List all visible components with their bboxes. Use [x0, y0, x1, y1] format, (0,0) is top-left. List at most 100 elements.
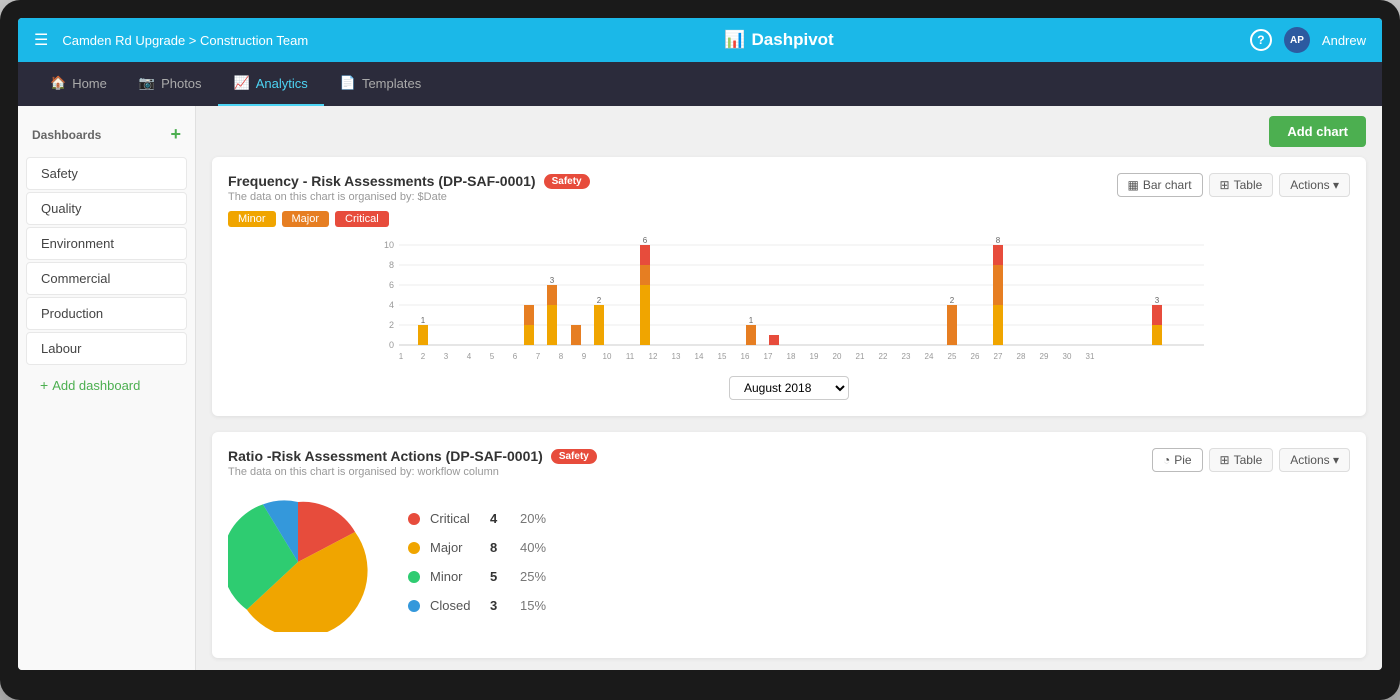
sidebar-header: Dashboards +	[18, 118, 195, 155]
svg-text:10: 10	[384, 240, 394, 250]
svg-text:15: 15	[718, 352, 727, 361]
table-icon-1: ⊞	[1220, 178, 1230, 192]
photos-icon: 📷	[139, 75, 155, 91]
minor-dot	[408, 571, 420, 583]
actions-button-1[interactable]: Actions ▾	[1279, 173, 1350, 197]
navbar: 🏠 Home 📷 Photos 📈 Analytics 📄 Templates	[18, 62, 1382, 106]
pie-container	[228, 492, 368, 632]
svg-text:9: 9	[582, 352, 587, 361]
legend-critical: Critical	[335, 211, 389, 227]
pie-chart-svg	[228, 492, 368, 632]
table-button-1[interactable]: ⊞ Table	[1209, 173, 1274, 197]
chart1-title: Frequency - Risk Assessments (DP-SAF-000…	[228, 173, 1117, 189]
svg-text:7: 7	[536, 352, 541, 361]
pie-label: Pie	[1174, 453, 1191, 467]
add-dashboard-label: Add dashboard	[52, 378, 140, 393]
svg-text:14: 14	[695, 352, 704, 361]
svg-text:1: 1	[399, 352, 404, 361]
nav-items: 🏠 Home 📷 Photos 📈 Analytics 📄 Templates	[34, 62, 437, 106]
svg-text:3: 3	[1155, 296, 1160, 305]
nav-item-photos[interactable]: 📷 Photos	[123, 62, 218, 106]
home-icon: 🏠	[50, 75, 66, 91]
chart1-header: Frequency - Risk Assessments (DP-SAF-000…	[228, 173, 1350, 203]
content-area: Add chart Frequency - Risk Assessments (…	[196, 106, 1382, 670]
critical-dot	[408, 513, 420, 525]
svg-text:8: 8	[559, 352, 564, 361]
svg-text:2: 2	[597, 296, 602, 305]
svg-text:2: 2	[950, 296, 955, 305]
templates-icon: 📄	[340, 75, 356, 91]
chart1-badge: Safety	[544, 174, 590, 189]
table-label-2: Table	[1234, 453, 1263, 467]
svg-text:6: 6	[389, 280, 394, 290]
sidebar: Dashboards + Safety Quality Environment …	[18, 106, 196, 670]
sidebar-item-production[interactable]: Production	[26, 297, 187, 330]
svg-text:5: 5	[490, 352, 495, 361]
svg-text:4: 4	[467, 352, 472, 361]
username: Andrew	[1322, 33, 1366, 48]
critical-pct: 20%	[520, 511, 546, 526]
chart2-controls: ◔ Pie ⊞ Table Actions ▾	[1152, 448, 1350, 472]
add-dashboard-plus-icon[interactable]: +	[170, 124, 181, 145]
svg-text:18: 18	[787, 352, 796, 361]
sidebar-item-environment[interactable]: Environment	[26, 227, 187, 260]
pie-icon: ◔	[1163, 453, 1170, 467]
sidebar-item-commercial[interactable]: Commercial	[26, 262, 187, 295]
topbar: ☰ Camden Rd Upgrade > Construction Team …	[18, 18, 1382, 62]
minor-pct: 25%	[520, 569, 546, 584]
chart2-subtitle: The data on this chart is organised by: …	[228, 466, 1152, 478]
pie-legend-major: Major 8 40%	[408, 540, 546, 555]
minor-count: 5	[490, 569, 510, 584]
actions-button-2[interactable]: Actions ▾	[1279, 448, 1350, 472]
closed-count: 3	[490, 598, 510, 613]
brand-icon: 📊	[724, 30, 745, 50]
add-chart-button[interactable]: Add chart	[1269, 116, 1366, 147]
svg-text:31: 31	[1086, 352, 1095, 361]
chart1-title-text: Frequency - Risk Assessments (DP-SAF-000…	[228, 173, 536, 189]
chart2-header: Ratio -Risk Assessment Actions (DP-SAF-0…	[228, 448, 1350, 478]
sidebar-item-safety[interactable]: Safety	[26, 157, 187, 190]
svg-text:17: 17	[764, 352, 773, 361]
critical-label: Critical	[430, 511, 480, 526]
svg-text:20: 20	[833, 352, 842, 361]
nav-label-home: Home	[72, 76, 107, 91]
svg-text:13: 13	[672, 352, 681, 361]
nav-item-templates[interactable]: 📄 Templates	[324, 62, 437, 106]
pie-button[interactable]: ◔ Pie	[1152, 448, 1203, 472]
table-label-1: Table	[1234, 178, 1263, 192]
sidebar-item-quality[interactable]: Quality	[26, 192, 187, 225]
nav-item-home[interactable]: 🏠 Home	[34, 62, 123, 106]
svg-text:29: 29	[1040, 352, 1049, 361]
minor-label: Minor	[430, 569, 480, 584]
svg-text:11: 11	[626, 352, 635, 361]
closed-label: Closed	[430, 598, 480, 613]
svg-text:27: 27	[994, 352, 1003, 361]
barchart-label: Bar chart	[1143, 178, 1192, 192]
legend-major: Major	[282, 211, 330, 227]
critical-count: 4	[490, 511, 510, 526]
topbar-left: ☰ Camden Rd Upgrade > Construction Team	[34, 30, 308, 50]
svg-text:6: 6	[513, 352, 518, 361]
table-icon-2: ⊞	[1220, 453, 1230, 467]
topbar-center: 📊 Dashpivot	[308, 30, 1250, 50]
svg-text:2: 2	[421, 352, 426, 361]
major-count: 8	[490, 540, 510, 555]
add-dashboard-item[interactable]: + Add dashboard	[26, 369, 187, 401]
add-dashboard-icon: +	[40, 377, 48, 393]
nav-item-analytics[interactable]: 📈 Analytics	[218, 62, 324, 106]
pie-legend-closed: Closed 3 15%	[408, 598, 546, 613]
hamburger-icon[interactable]: ☰	[34, 30, 48, 50]
sidebar-item-labour[interactable]: Labour	[26, 332, 187, 365]
nav-label-analytics: Analytics	[256, 76, 308, 91]
barchart-icon: ▦	[1128, 178, 1139, 192]
svg-text:23: 23	[902, 352, 911, 361]
barchart-button[interactable]: ▦ Bar chart	[1117, 173, 1203, 197]
closed-pct: 15%	[520, 598, 546, 613]
svg-text:25: 25	[948, 352, 957, 361]
help-icon[interactable]: ?	[1250, 29, 1272, 51]
svg-text:21: 21	[856, 352, 865, 361]
date-dropdown[interactable]: August 2018	[729, 376, 849, 400]
table-button-2[interactable]: ⊞ Table	[1209, 448, 1274, 472]
main-layout: Dashboards + Safety Quality Environment …	[18, 106, 1382, 670]
topbar-right: ? AP Andrew	[1250, 27, 1366, 53]
